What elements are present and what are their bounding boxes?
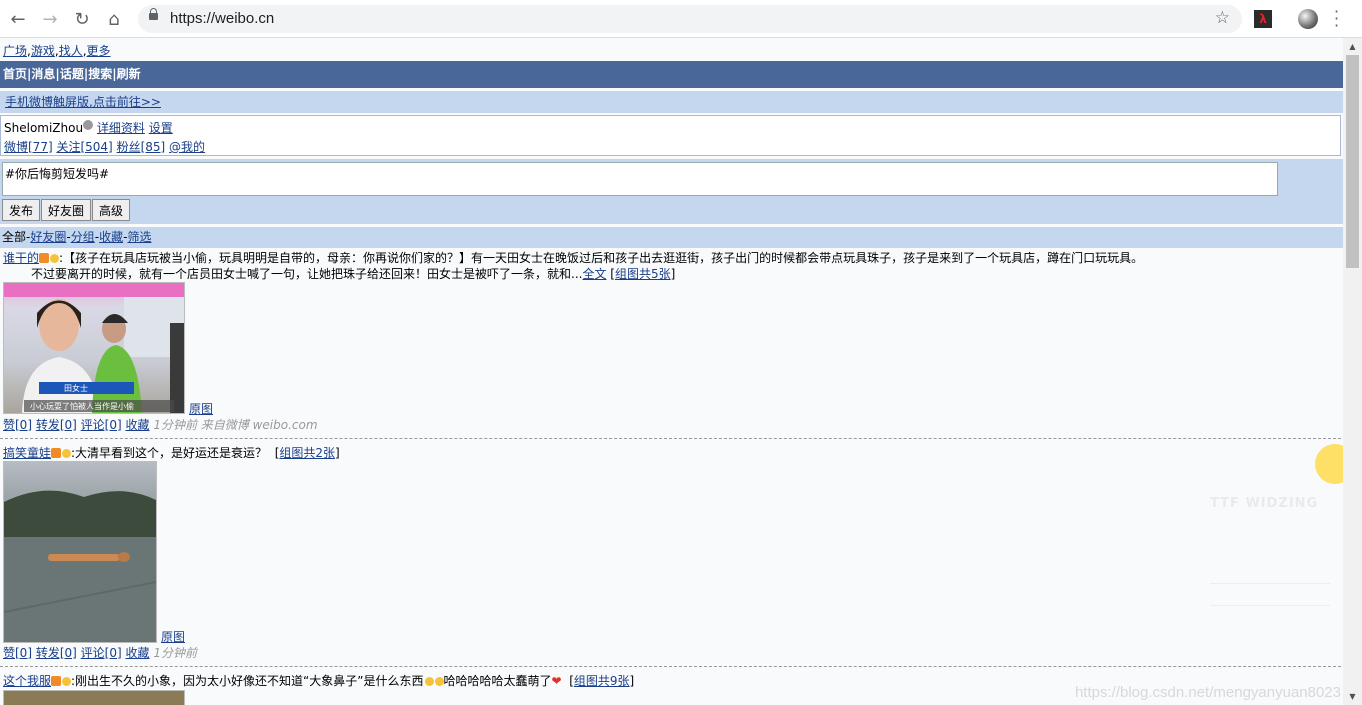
repost-link[interactable]: 转发[0]: [36, 418, 77, 432]
post-text-tail: 哈哈哈哈哈太蠢萌了: [443, 674, 552, 688]
settings-link[interactable]: 设置: [149, 121, 173, 135]
friends-circle-button[interactable]: 好友圈: [41, 199, 92, 221]
nav-home[interactable]: 首页: [3, 67, 27, 81]
compose-box: #你后悔剪短发吗# 发布 好友圈 高级: [0, 159, 1343, 224]
filter-group[interactable]: 分组: [71, 230, 95, 244]
vip-badge-icon: [51, 448, 62, 458]
feed-post: 搞笑童娃:大清早看到这个，是好运还是衰运？ [组图共2张] 原图 赞[0] 转发…: [3, 446, 340, 660]
scroll-up-icon[interactable]: ▲: [1343, 38, 1362, 55]
user-info-box: ShelomiZhou 详细资料 设置 微博[77] 关注[504] 粉丝[85…: [0, 115, 1341, 156]
follow-count-link[interactable]: 关注[504]: [56, 140, 112, 154]
post-divider: [0, 438, 1341, 439]
nav-search[interactable]: 搜索: [88, 67, 112, 81]
post-meta: 1分钟前: [153, 646, 197, 660]
link-games[interactable]: 游戏: [31, 44, 55, 58]
link-find-people[interactable]: 找人: [59, 44, 83, 58]
top-links: 广场,游戏,找人,更多: [3, 44, 111, 58]
scroll-down-icon[interactable]: ▼: [1343, 688, 1362, 705]
filter-all: 全部: [2, 230, 27, 244]
original-image-link[interactable]: 原图: [189, 401, 213, 417]
group-images-link[interactable]: 组图共9张: [574, 674, 630, 688]
watermark-text: https://blog.csdn.net/mengyanyuan8023: [1074, 684, 1341, 701]
weibo-page: 广场,游戏,找人,更多 首页|消息|话题|搜索|刷新 手机微博触屏版,点击前往>…: [0, 38, 1343, 705]
post-text: :刚出生不久的小象，因为太小好像还不知道“大象鼻子”是什么东西: [71, 674, 424, 688]
link-square[interactable]: 广场: [3, 44, 27, 58]
scrollbar-thumb[interactable]: [1346, 55, 1359, 268]
fav-link[interactable]: 收藏: [125, 646, 149, 660]
post-meta: 1分钟前 来自微博 weibo.com: [153, 418, 318, 432]
crown-icon: [50, 254, 60, 263]
nav-refresh[interactable]: 刷新: [117, 67, 141, 81]
grin-emoji-icon: [434, 677, 444, 686]
fulltext-link[interactable]: 全文: [582, 267, 606, 281]
post-author[interactable]: 这个我服: [3, 674, 51, 688]
publish-button[interactable]: 发布: [2, 199, 41, 221]
post-text: :大清早看到这个，是好运还是衰运？: [71, 446, 268, 460]
bookmark-star-icon[interactable]: ☆: [1215, 8, 1230, 28]
username: ShelomiZhou: [4, 121, 84, 135]
advanced-button[interactable]: 高级: [92, 199, 131, 221]
post-text-cont: 不过要离开的时候，就有一个店员田女士喊了一句，让她把珠子给还回来！田女士是被吓了…: [31, 267, 583, 281]
feed-post: 谁干的 :【孩子在玩具店玩被当小偷，玩具明明是自带的，母亲：你再说你们家的？】有一…: [3, 251, 1144, 432]
image-subtitle-text: 小心玩耍了怕被人当作是小偷: [30, 401, 134, 411]
url-text[interactable]: https://weibo.cn: [170, 10, 274, 27]
floating-widget-text: TTF WIDZING: [1210, 496, 1319, 511]
page-scrollbar[interactable]: ▲ ▼: [1343, 38, 1362, 705]
vip-badge-icon: [51, 676, 62, 686]
filter-fav[interactable]: 收藏: [99, 230, 123, 244]
post-author[interactable]: 谁干的: [3, 251, 39, 265]
image-caption-text: 田女士: [64, 383, 88, 393]
lock-icon: [149, 8, 158, 20]
nav-messages[interactable]: 消息: [31, 67, 55, 81]
menu-dots-icon[interactable]: · · ·: [1334, 4, 1339, 34]
gift-icon: [83, 120, 94, 130]
post-image[interactable]: [3, 461, 157, 643]
weibo-count-link[interactable]: 微博[77]: [4, 140, 53, 154]
profile-avatar-icon[interactable]: [1298, 9, 1318, 29]
group-images-link[interactable]: 组图共2张: [279, 446, 335, 460]
filter-friends[interactable]: 好友圈: [30, 230, 66, 244]
fav-link[interactable]: 收藏: [125, 418, 149, 432]
group-images-link[interactable]: 组图共5张: [615, 267, 671, 281]
forward-icon[interactable]: →: [40, 9, 60, 30]
grin-emoji-icon: [424, 677, 434, 686]
reload-icon[interactable]: ↻: [72, 9, 92, 30]
back-icon[interactable]: ←: [8, 9, 28, 30]
overlay-line: [1210, 605, 1330, 606]
vip-badge-icon: [39, 253, 50, 263]
comment-link[interactable]: 评论[0]: [81, 418, 122, 432]
filter-bar: 全部-好友圈-分组-收藏-筛选: [0, 227, 1343, 248]
profile-link[interactable]: 详细资料: [97, 121, 145, 135]
compose-textarea[interactable]: #你后悔剪短发吗#: [2, 162, 1278, 196]
original-image-link[interactable]: 原图: [161, 629, 185, 645]
like-link[interactable]: 赞[0]: [3, 646, 32, 660]
mobile-version-bar: 手机微博触屏版,点击前往>>: [0, 91, 1343, 113]
home-icon[interactable]: ⌂: [104, 9, 124, 30]
post-author[interactable]: 搞笑童娃: [3, 446, 51, 460]
filter-screen[interactable]: 筛选: [127, 230, 151, 244]
repost-link[interactable]: 转发[0]: [36, 646, 77, 660]
pdf-extension-icon[interactable]: λ: [1254, 10, 1272, 28]
nav-topics[interactable]: 话题: [60, 67, 84, 81]
crown-icon: [62, 449, 72, 458]
like-link[interactable]: 赞[0]: [3, 418, 32, 432]
post-image[interactable]: [3, 690, 185, 705]
post-text: :【孩子在玩具店玩被当小偷，玩具明明是自带的，母亲：你再说你们家的？】有一天田女…: [59, 251, 1144, 265]
fans-count-link[interactable]: 粉丝[85]: [117, 140, 166, 154]
mobile-version-link[interactable]: 手机微博触屏版,点击前往>>: [5, 95, 161, 109]
post-divider: [0, 666, 1341, 667]
post-image[interactable]: 田女士 小心玩耍了怕被人当作是小偷: [3, 282, 185, 414]
crown-icon: [62, 677, 72, 686]
at-me-link[interactable]: @我的: [169, 140, 205, 154]
heart-icon: ❤: [551, 674, 562, 688]
link-more[interactable]: 更多: [87, 44, 111, 58]
address-bar[interactable]: https://weibo.cn ☆: [138, 5, 1242, 33]
comment-link[interactable]: 评论[0]: [81, 646, 122, 660]
main-nav-bar: 首页|消息|话题|搜索|刷新: [0, 61, 1343, 88]
browser-toolbar: ← → ↻ ⌂ https://weibo.cn ☆ λ · · ·: [0, 0, 1362, 38]
overlay-line: [1210, 583, 1330, 584]
